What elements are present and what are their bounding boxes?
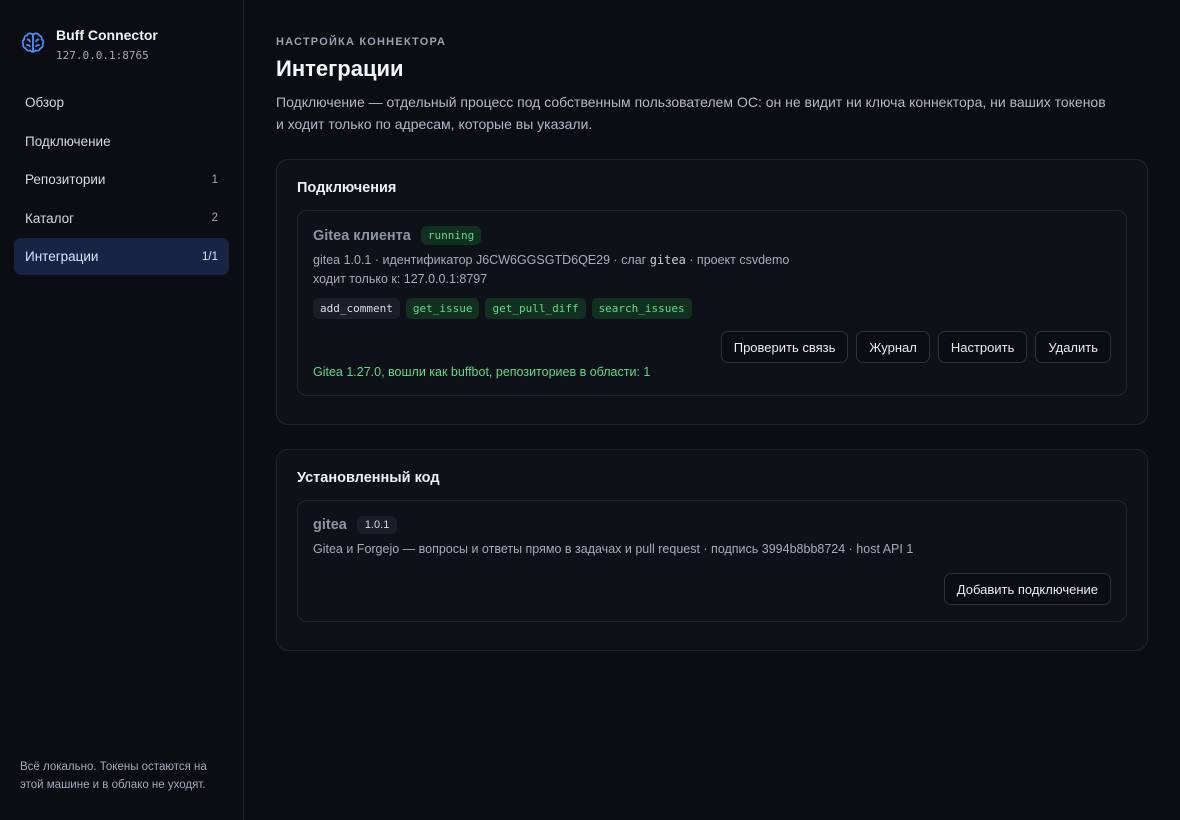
page-title: Интеграции: [276, 56, 404, 81]
brand-text: Buff Connector 127.0.0.1:8765: [56, 26, 158, 62]
sidebar-item-label: Каталог: [25, 210, 75, 226]
sidebar-item-count: 1/1: [202, 250, 218, 263]
add-connection-button[interactable]: Добавить подключение: [943, 573, 1111, 605]
delete-button[interactable]: Удалить: [1035, 331, 1111, 363]
page-description: Подключение — отдельный процесс под собс…: [276, 94, 1106, 132]
package-description: Gitea и Forgejo — вопросы и ответы прямо…: [313, 542, 914, 556]
package-actions: Добавить подключение: [313, 573, 1111, 605]
capability-tag: get_pull_diff: [485, 298, 586, 319]
package-card-header: gitea 1.0.1: [313, 516, 1111, 534]
capability-tag: search_issues: [591, 298, 692, 319]
main-content: НАСТРОЙКА КОННЕКТОРА Интеграции Подключе…: [244, 0, 1180, 820]
sidebar-item-repositories[interactable]: Репозитории 1: [14, 161, 229, 198]
connection-meta-suffix: · проект csvdemo: [685, 253, 790, 267]
app-root: Buff Connector 127.0.0.1:8765 Обзор Подк…: [0, 0, 1180, 820]
brain-icon: [21, 32, 45, 53]
brand-title: Buff Connector: [56, 27, 158, 43]
configure-button[interactable]: Настроить: [937, 331, 1028, 363]
sidebar-item-count: 1: [211, 173, 218, 186]
sidebar-item-label: Обзор: [25, 95, 64, 110]
capability-tag: add_comment: [313, 298, 400, 319]
sidebar-item-integrations[interactable]: Интеграции 1/1: [14, 238, 229, 276]
sidebar: Buff Connector 127.0.0.1:8765 Обзор Подк…: [0, 0, 244, 820]
check-connection-button[interactable]: Проверить связь: [720, 331, 849, 363]
package-name: gitea: [313, 517, 347, 533]
package-card: gitea 1.0.1 Gitea и Forgejo — вопросы и …: [297, 500, 1127, 622]
connection-name: Gitea клиента: [313, 227, 411, 244]
connection-status-line: Gitea 1.27.0, вошли как buffbot, репозит…: [313, 365, 651, 379]
connection-actions: Проверить связь Журнал Настроить Удалить: [313, 331, 1111, 363]
connection-card: Gitea клиента running gitea 1.0.1 · иден…: [297, 210, 1127, 396]
capability-tag: get_issue: [405, 298, 480, 319]
sidebar-item-catalog[interactable]: Каталог 2: [14, 200, 229, 237]
connection-meta-prefix: gitea 1.0.1 · идентификатор J6CW6GGSGTD6…: [313, 253, 650, 267]
sidebar-item-connection[interactable]: Подключение: [14, 123, 229, 160]
connection-meta: gitea 1.0.1 · идентификатор J6CW6GGSGTD6…: [313, 252, 1111, 268]
installed-code-title: Установленный код: [297, 470, 440, 486]
sidebar-item-label: Интеграции: [25, 249, 99, 265]
installed-code-panel: Установленный код gitea 1.0.1 Gitea и Fo…: [276, 449, 1148, 651]
sidebar-item-count: 2: [211, 212, 218, 225]
connection-card-header: Gitea клиента running: [313, 226, 1111, 245]
sidebar-footer-note: Всё локально. Токены остаются на этой ма…: [20, 761, 207, 791]
status-badge: running: [420, 226, 482, 245]
sidebar-item-label: Репозитории: [25, 172, 106, 188]
connections-panel: Подключения Gitea клиента running gitea …: [276, 159, 1148, 425]
connections-title: Подключения: [297, 180, 397, 196]
connection-allowed-hosts: ходит только к: 127.0.0.1:8797: [313, 272, 488, 286]
sidebar-item-label: Подключение: [25, 133, 111, 149]
connection-slug: gitea: [649, 253, 686, 267]
sidebar-nav: Обзор Подключение Репозитории 1 Каталог …: [14, 84, 229, 276]
sidebar-item-overview[interactable]: Обзор: [14, 84, 229, 121]
brand-address: 127.0.0.1:8765: [56, 49, 149, 62]
brand: Buff Connector 127.0.0.1:8765: [14, 26, 229, 62]
version-badge: 1.0.1: [356, 516, 398, 534]
page-eyebrow: НАСТРОЙКА КОННЕКТОРА: [276, 36, 447, 48]
log-button[interactable]: Журнал: [856, 331, 930, 363]
capability-tags: add_comment get_issue get_pull_diff sear…: [313, 298, 1111, 319]
